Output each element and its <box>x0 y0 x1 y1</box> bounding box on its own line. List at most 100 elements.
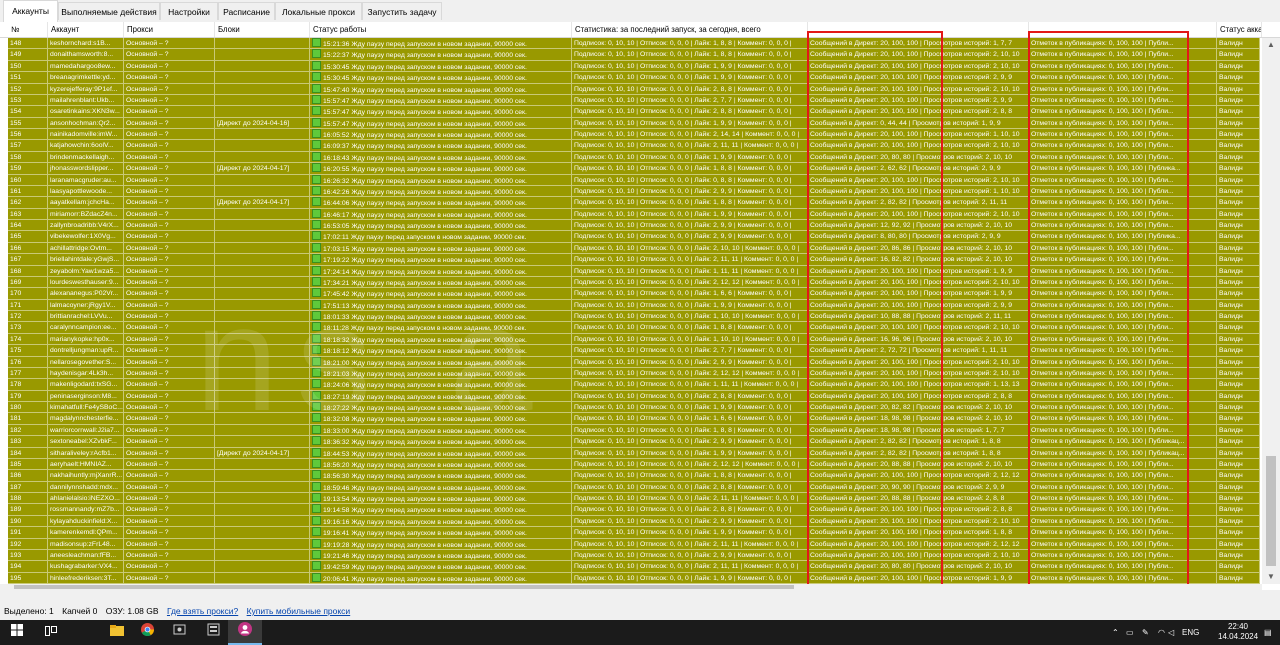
vertical-scroll-thumb[interactable] <box>1266 456 1276 566</box>
cell-number: 178 <box>8 379 48 391</box>
cell-account-text: kamerenkemdl:QPm... <box>50 529 118 537</box>
cell-stats: Подписок: 0, 10, 10 | Отписок: 0, 0, 0 |… <box>572 151 808 164</box>
cell-number-text: 176 <box>10 358 22 366</box>
cell-account-text: breanagrimkettle:yd... <box>50 74 116 82</box>
cell-number-text: 163 <box>10 210 22 218</box>
cell-account-status-text: Валидн <box>1219 404 1243 411</box>
tab-run-task[interactable]: Запустить задачу <box>362 2 442 20</box>
cell-work-status-text: 17:34:21 Жду паузу перед запуском в ново… <box>323 279 527 287</box>
network-icon[interactable]: ▭ <box>1126 620 1134 645</box>
col-header-blocks[interactable]: Блоки <box>215 22 310 37</box>
vertical-scrollbar[interactable]: ▲ ▼ <box>1262 38 1280 584</box>
cell-blocks <box>215 470 310 482</box>
pen-icon[interactable]: ✎ <box>1142 620 1149 645</box>
scroll-down-icon[interactable]: ▼ <box>1262 570 1280 584</box>
cell-blocks <box>215 174 310 186</box>
windows-taskbar: ⌃ ▭ ✎ ◠ ◁ ENG 22:40 14.04.2024 ▤ <box>0 620 1280 645</box>
app-icon-terminal[interactable] <box>196 620 230 645</box>
tab-actions[interactable]: Выполняемые действия <box>58 2 160 20</box>
cell-proxy-text: Основной – ? <box>126 506 169 514</box>
cell-account: ansonhochman:Qr2... <box>48 117 124 129</box>
cell-account-status-text: Валидн <box>1219 62 1243 70</box>
instagram-bot-app-icon[interactable] <box>228 620 262 645</box>
tray-chevron-icon[interactable]: ⌃ <box>1112 620 1119 645</box>
status-indicator-icon <box>312 117 321 127</box>
tab-settings[interactable]: Настройки <box>160 2 218 20</box>
app-icon-settings[interactable] <box>162 620 196 645</box>
status-indicator-icon <box>312 151 321 161</box>
cell-account: zallynbroadribb:V4rX... <box>48 220 124 232</box>
cell-account-status-text: Валидн <box>1219 574 1243 582</box>
cell-proxy: Основной – ? <box>124 220 215 232</box>
cell-number: 159 <box>8 163 48 175</box>
cell-work-status-text: 16:20:55 Жду паузу перед запуском в ново… <box>323 166 527 174</box>
status-indicator-icon <box>312 436 321 446</box>
where-to-get-proxy-link[interactable]: Где взять прокси? <box>167 606 238 616</box>
cell-stats: Подписок: 0, 10, 10 | Отписок: 0, 0, 0 |… <box>572 208 808 220</box>
col-header-number[interactable]: № <box>8 22 48 37</box>
cell-blocks <box>215 333 310 346</box>
tab-accounts[interactable]: Аккаунты <box>3 0 58 22</box>
chrome-icon[interactable] <box>130 620 164 645</box>
cell-blocks <box>215 538 310 550</box>
status-indicator-icon <box>312 549 321 559</box>
cell-account: dontrelljungman:upR... <box>48 345 124 357</box>
cell-account: sitharaliveley:rAcfb1... <box>48 447 124 459</box>
accounts-grid[interactable]: № Аккаунт Прокси Блоки Статус работы Ста… <box>0 22 1280 590</box>
cell-number-text: 187 <box>10 483 22 491</box>
col-header-work-status[interactable]: Статус работы <box>310 22 572 37</box>
cell-work-status: 18:27:22 Жду паузу перед запуском в ново… <box>310 402 572 414</box>
horizontal-scroll-thumb[interactable] <box>14 585 794 589</box>
col-header-stats[interactable]: Статистика: за последний запуск, за сего… <box>572 22 808 37</box>
wifi-icon[interactable]: ◠ <box>1158 620 1165 645</box>
file-explorer-icon[interactable] <box>100 620 134 645</box>
notifications-icon[interactable]: ▤ <box>1264 620 1272 645</box>
highlight-box-publication-marks <box>1028 31 1189 590</box>
horizontal-scrollbar[interactable] <box>0 584 1262 590</box>
buy-mobile-proxy-link[interactable]: Купить мобильные прокси <box>247 606 351 616</box>
cell-account-text: haydenisgar:4Lk3h... <box>50 369 114 377</box>
cell-proxy: Основной – ? <box>124 60 215 73</box>
col-header-account[interactable]: Аккаунт <box>48 22 124 37</box>
cell-account-status: Валидн <box>1217 424 1260 437</box>
cell-blocks-text: [Директ до 2024-04-17] <box>217 449 290 457</box>
cell-account-status: Валидн <box>1217 436 1260 448</box>
cell-account-status-text: Валидн <box>1219 290 1243 298</box>
volume-icon[interactable]: ◁ <box>1168 620 1174 645</box>
system-clock[interactable]: 22:40 14.04.2024 <box>1218 622 1258 642</box>
cell-account-text: nainikadomville:imW... <box>50 131 118 138</box>
cell-proxy-text: Основной – ? <box>126 563 169 571</box>
col-header-account-status[interactable]: Статус акка <box>1217 22 1262 37</box>
cell-blocks <box>215 311 310 323</box>
cell-work-status: 16:05:52 Жду паузу перед запуском в ново… <box>310 129 572 141</box>
windows-start-icon[interactable] <box>0 620 34 645</box>
cell-work-status-text: 19:42:59 Жду паузу перед запуском в ново… <box>323 564 527 572</box>
cell-number: 168 <box>8 265 48 277</box>
status-indicator-icon <box>312 515 321 525</box>
cell-stats: Подписок: 0, 10, 10 | Отписок: 0, 0, 0 |… <box>572 163 808 175</box>
cell-account: achillattridge:Ovtm... <box>48 242 124 255</box>
cell-blocks <box>215 265 310 277</box>
cell-stats-text: Подписок: 0, 10, 10 | Отписок: 0, 0, 0 |… <box>574 517 792 525</box>
cell-account-text: madisonsup:zFrL48... <box>50 540 116 548</box>
cell-account-status: Валидн <box>1217 390 1260 402</box>
cell-work-status-text: 17:51:13 Жду паузу перед запуском в ново… <box>323 302 527 310</box>
cell-stats: Подписок: 0, 10, 10 | Отписок: 0, 0, 0 |… <box>572 72 808 84</box>
cell-account: caralynncampion:ee... <box>48 322 124 334</box>
col-header-proxy[interactable]: Прокси <box>124 22 215 37</box>
cell-account-status: Валидн <box>1217 345 1260 357</box>
tab-schedule[interactable]: Расписание <box>218 2 275 20</box>
tab-local-proxies[interactable]: Локальные прокси <box>275 2 362 20</box>
cell-account: haydenisgar:4Lk3h... <box>48 367 124 380</box>
scroll-up-icon[interactable]: ▲ <box>1262 38 1280 52</box>
cell-proxy: Основной – ? <box>124 481 215 493</box>
status-indicator-icon <box>312 379 321 389</box>
cell-work-status-text: 15:21:36 Жду паузу перед запуском в ново… <box>323 41 527 48</box>
cell-account-text: laasyapottlewoode... <box>50 187 112 195</box>
status-indicator-icon <box>312 458 321 468</box>
input-language[interactable]: ENG <box>1182 620 1199 645</box>
cell-number: 148 <box>8 38 48 50</box>
task-view-icon[interactable] <box>34 620 68 645</box>
cell-account-status-text: Валидн <box>1219 233 1243 241</box>
cell-number-text: 188 <box>10 495 22 502</box>
